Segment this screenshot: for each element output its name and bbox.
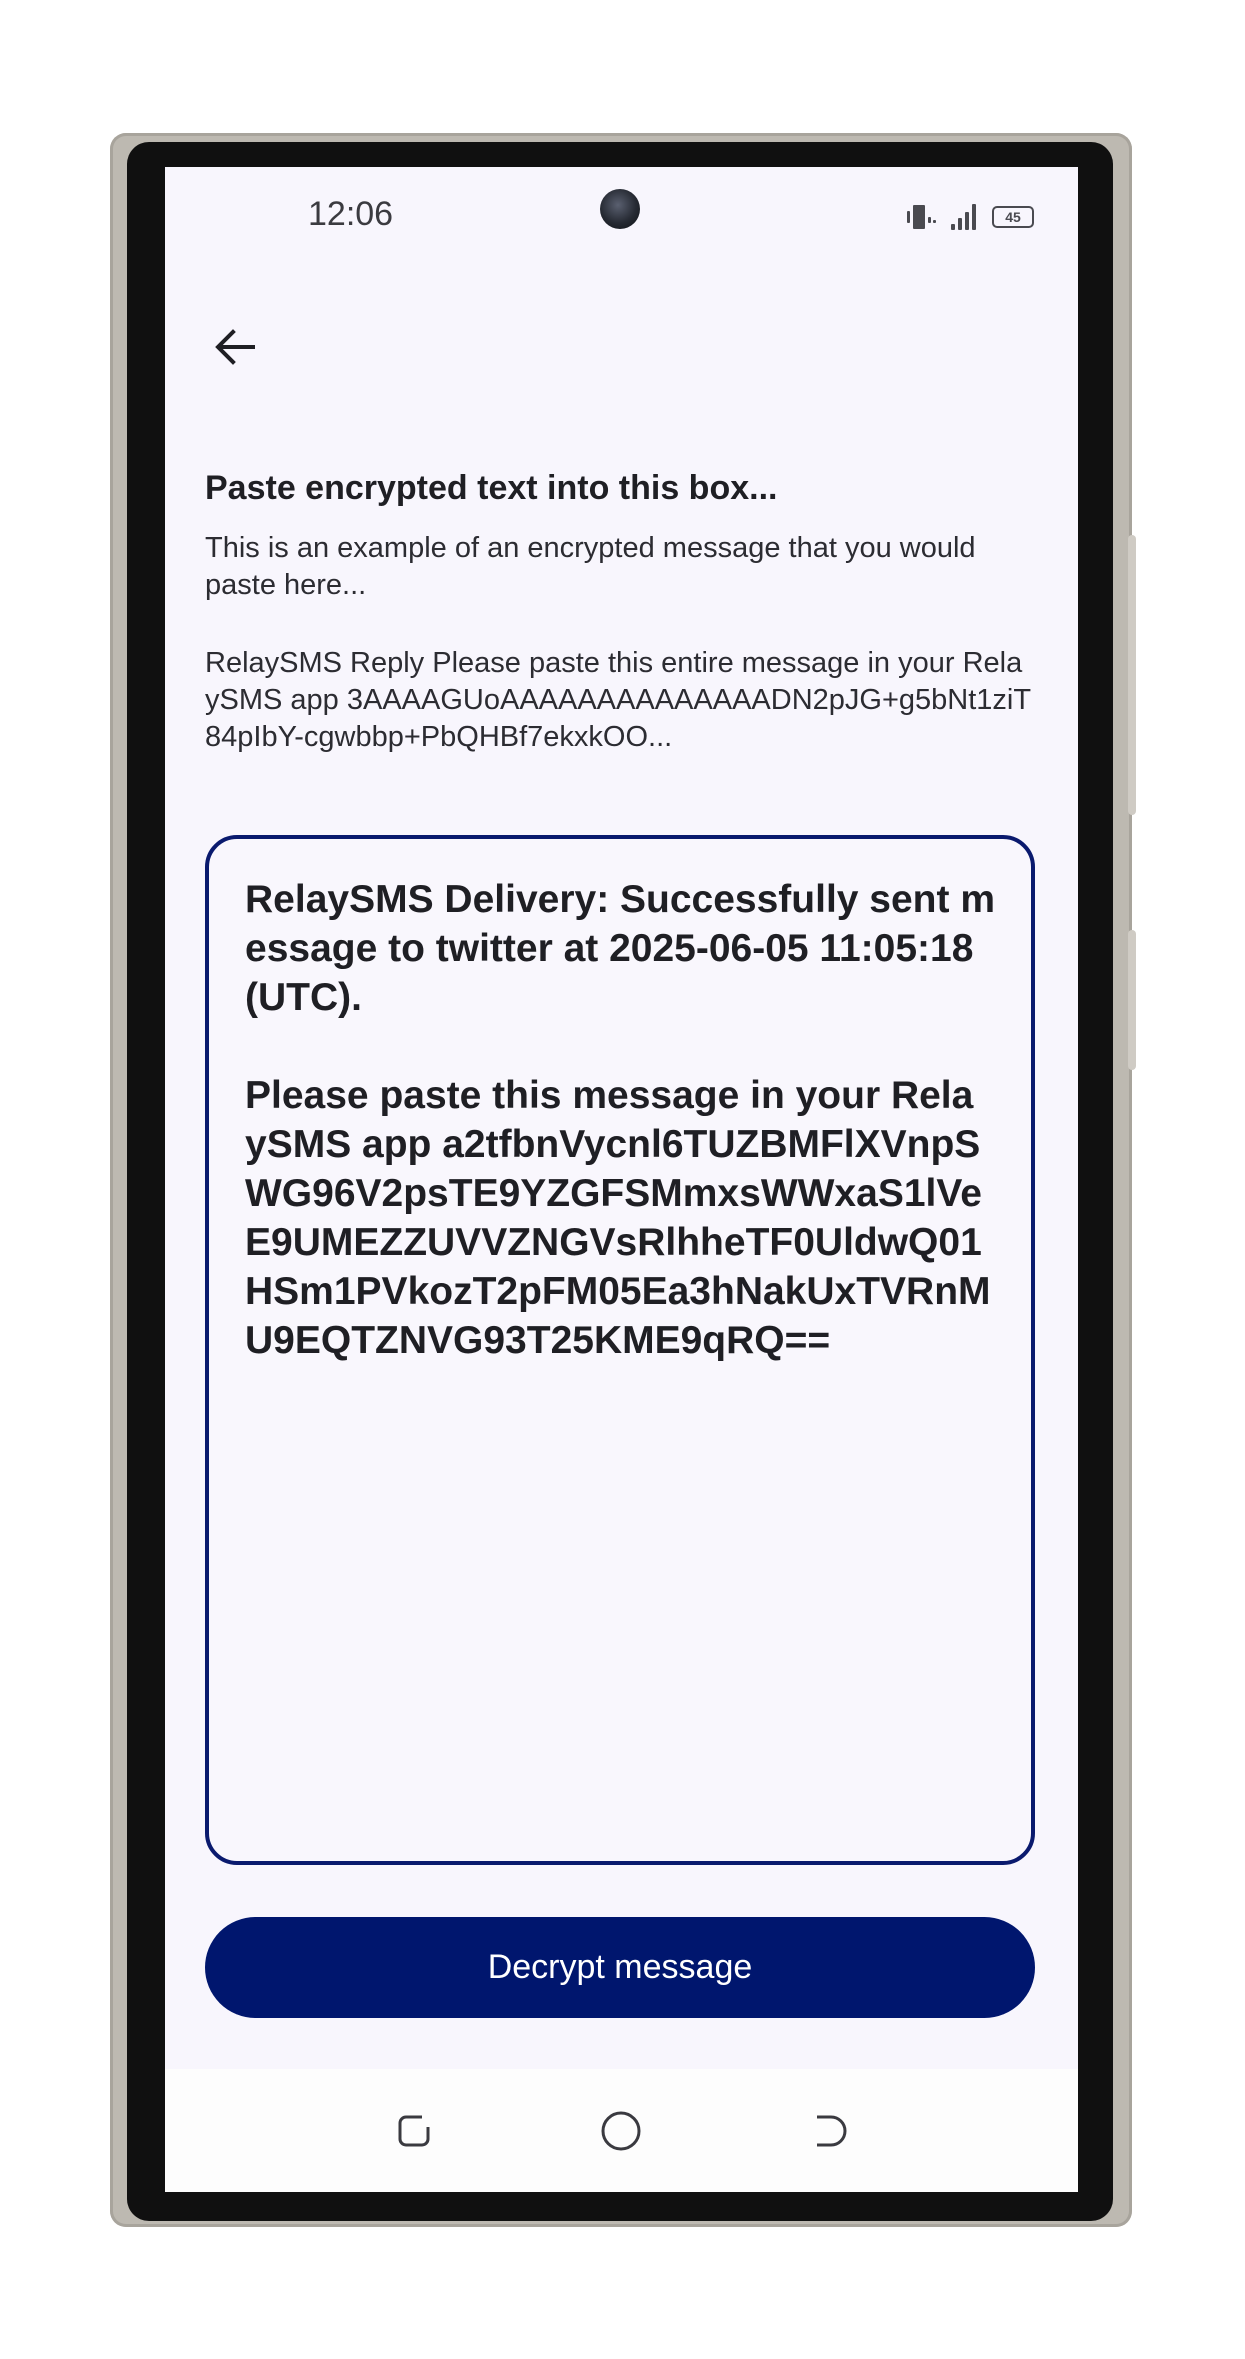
arrow-left-icon (215, 329, 255, 365)
status-bar: 12:06 45 (165, 167, 1078, 267)
status-time: 12:06 (308, 195, 394, 233)
navigation-bar (165, 2069, 1078, 2192)
recents-button[interactable] (392, 2109, 436, 2153)
example-message: RelaySMS Reply Please paste this entire … (205, 647, 1032, 753)
home-icon (601, 2111, 641, 2151)
page-description: This is an example of an encrypted messa… (205, 532, 976, 601)
home-button[interactable] (599, 2109, 643, 2153)
decrypt-message-button[interactable]: Decrypt message (205, 1917, 1035, 2018)
battery-icon: 45 (992, 206, 1034, 228)
recents-icon (398, 2115, 430, 2147)
screen: 12:06 45 Paste encrypted text into this … (165, 167, 1078, 2192)
status-icons: 45 (905, 202, 1034, 232)
phone-side-button (1128, 930, 1136, 1070)
page-heading: Paste encrypted text into this box... (205, 469, 778, 507)
front-camera (600, 189, 640, 229)
battery-level: 45 (1005, 209, 1021, 225)
phone-side-button (1128, 535, 1136, 815)
signal-icon (951, 204, 976, 230)
back-nav-button[interactable] (807, 2109, 851, 2153)
back-nav-icon (817, 2115, 847, 2147)
encrypted-message-text[interactable]: RelaySMS Delivery: Successfully sent mes… (245, 875, 995, 1365)
back-button[interactable] (205, 317, 265, 377)
vibrate-icon (905, 203, 936, 231)
encrypted-message-input[interactable]: RelaySMS Delivery: Successfully sent mes… (205, 835, 1035, 1865)
